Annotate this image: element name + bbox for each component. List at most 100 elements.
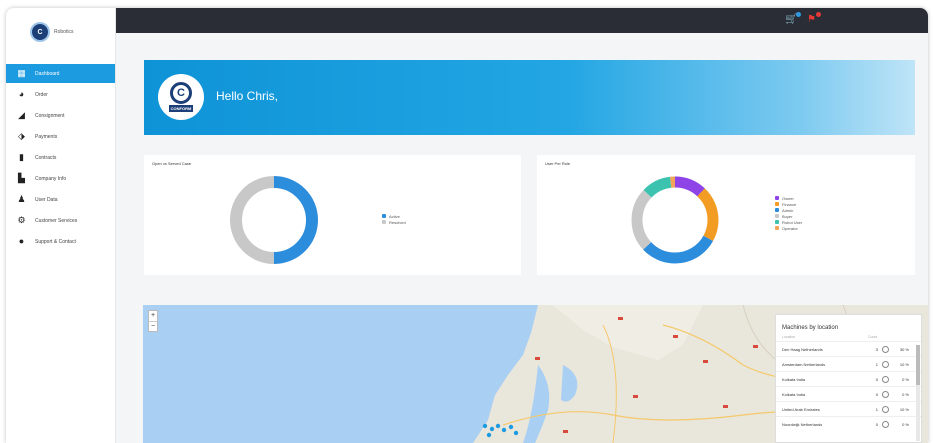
document-icon: ▮ (19, 152, 24, 162)
app-window: C Robotics ▦ Dashboard ◕ Order ◢ Consignment ⬗… (6, 8, 928, 443)
machines-table: Den Haag Netherlands 3 30 % Amsterdam Nethe… (776, 341, 921, 431)
sidebar-item-label: User Data (35, 196, 58, 203)
legend-label: Admin (782, 207, 794, 213)
card-title: Open vs Served Case (152, 161, 192, 166)
zoom-in-button[interactable]: + (149, 311, 157, 321)
progress-ring-icon (882, 390, 889, 398)
legend-item[interactable]: Resolved (382, 219, 406, 225)
welcome-banner: C CONFORM Hello Chris, (144, 60, 915, 135)
progress-ring-icon (882, 345, 889, 353)
dashboard-icon: ▦ (17, 68, 26, 78)
table-row: United Arab Emirates 1 10 % (776, 401, 921, 416)
cell-name: Kolkata India (782, 391, 806, 397)
user-icon: ♟ (17, 194, 26, 204)
cell-name: Den Haag Netherlands (782, 346, 823, 352)
table-row: Kolkata India 0 0 % (776, 371, 921, 386)
open-vs-served-card: Open vs Served Case Active Resolved (144, 155, 521, 275)
brand-logo: C (30, 22, 50, 42)
table-row: Amsterdam Netherlands 1 10 % (776, 356, 921, 371)
sidebar-nav: ▦ Dashboard ◕ Order ◢ Consignment ⬗ Payments ▮ Co… (6, 64, 115, 251)
sidebar-item-contracts[interactable]: ▮ Contracts (6, 148, 115, 167)
cell-pct: 0 % (902, 421, 909, 427)
legend-swatch (775, 220, 779, 224)
progress-ring-icon (882, 360, 889, 368)
column-header: Location (782, 335, 796, 339)
cart-badge (796, 12, 801, 17)
table-row: Den Haag Netherlands 3 30 % (776, 341, 921, 356)
table-row: Kolkata India 0 0 % (776, 386, 921, 401)
globe-icon: ◕ (18, 89, 25, 99)
legend-item[interactable]: Operator (775, 225, 802, 231)
sidebar-item-payments[interactable]: ⬗ Payments (6, 127, 115, 146)
sidebar-item-customer-services[interactable]: ⚙ Customer Services (6, 211, 115, 230)
sidebar-item-label: Support & Contact (35, 238, 76, 245)
company-logo: C CONFORM (158, 74, 204, 120)
legend-label: Buyer (782, 213, 793, 219)
sidebar-item-order[interactable]: ◕ Order (6, 85, 115, 104)
sidebar-item-dashboard[interactable]: ▦ Dashboard (6, 64, 115, 83)
cell-name: Noordwijk Netherlands (782, 421, 823, 427)
cell-pct: 0 % (902, 376, 909, 382)
sidebar-item-label: Dashboard (35, 70, 60, 77)
card-title: User Per Role (545, 161, 571, 166)
sidebar: C Robotics ▦ Dashboard ◕ Order ◢ Consignment ⬗… (6, 8, 116, 443)
cell-count: 0 (875, 376, 878, 382)
table-row: Noordwijk Netherlands 0 0 % (776, 416, 921, 431)
legend-label: Active (389, 213, 400, 219)
legend-swatch (382, 220, 386, 224)
sidebar-item-user-data[interactable]: ♟ User Data (6, 190, 115, 209)
chart-legend: Owner Finance Admin Buyer Robot User Operator (775, 195, 802, 231)
machines-by-location-panel: Machines by location Location Count Den … (775, 314, 922, 443)
legend-swatch (775, 214, 779, 218)
legend-swatch (775, 196, 779, 200)
user-per-role-chart (631, 176, 719, 264)
sidebar-item-label: Company Info (35, 175, 67, 182)
sidebar-item-label: Contracts (35, 154, 57, 161)
logo-caption: CONFORM (168, 105, 194, 112)
payments-icon: ⬗ (18, 131, 25, 141)
greeting: Hello Chris, (216, 89, 279, 103)
info-icon: ● (18, 236, 25, 246)
sidebar-item-support-contact[interactable]: ● Support & Contact (6, 232, 115, 251)
zoom-out-button[interactable]: − (149, 321, 157, 331)
legend-label: Resolved (389, 219, 406, 225)
logo-mark: C (170, 82, 192, 104)
legend-label: Owner (782, 195, 794, 201)
cell-name: Amsterdam Netherlands (782, 361, 826, 367)
legend-label: Finance (782, 201, 797, 207)
user-per-role-card: User Per Role Owner Finance Admin Buyer Robo… (537, 155, 915, 275)
panel-title: Machines by location (782, 325, 839, 331)
cell-name: United Arab Emirates (782, 406, 820, 412)
brand[interactable]: C Robotics (6, 8, 115, 56)
progress-ring-icon (882, 405, 889, 413)
sidebar-item-label: Payments (35, 133, 58, 140)
brand-text: Robotics (54, 29, 74, 35)
scrollbar-thumb[interactable] (916, 345, 920, 385)
legend-swatch (775, 202, 779, 206)
cell-count: 0 (875, 391, 878, 397)
scrollbar[interactable] (916, 345, 920, 441)
sidebar-item-label: Consignment (35, 112, 65, 119)
table-header: Location Count (776, 331, 921, 341)
column-header: Count (868, 335, 878, 339)
cart-icon[interactable]: 🛒 (785, 12, 801, 26)
cell-count: 0 (875, 421, 878, 427)
cell-pct: 30 % (899, 346, 909, 352)
chart-icon: ◢ (18, 110, 25, 120)
legend-swatch (775, 208, 779, 212)
sidebar-item-label: Customer Services (35, 217, 78, 224)
sidebar-item-company-info[interactable]: ▙ Company Info (6, 169, 115, 188)
progress-ring-icon (882, 375, 889, 383)
company-icon: ▙ (18, 173, 25, 183)
sidebar-item-consignment[interactable]: ◢ Consignment (6, 106, 115, 125)
cell-name: Kolkata India (782, 376, 806, 382)
cell-pct: 10 % (899, 406, 909, 412)
cell-count: 3 (875, 346, 878, 352)
chart-legend: Active Resolved (382, 213, 406, 225)
sidebar-item-label: Order (35, 91, 48, 98)
cell-count: 1 (875, 406, 878, 412)
topbar: 🛒 ⚑ (116, 8, 928, 33)
alert-icon[interactable]: ⚑ (805, 12, 821, 26)
service-icon: ⚙ (17, 215, 26, 225)
map-zoom-control: + − (148, 310, 158, 332)
